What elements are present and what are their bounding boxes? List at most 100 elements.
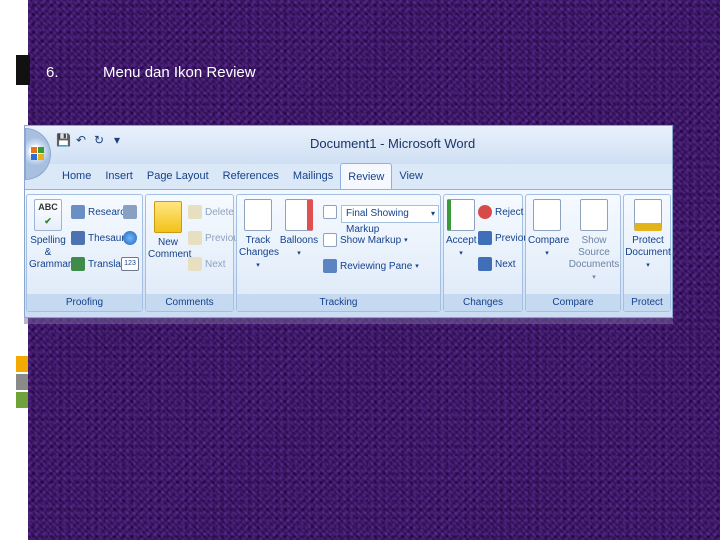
previous-change-icon	[478, 231, 492, 245]
ribbon-tabs: Home Insert Page Layout References Maili…	[55, 163, 430, 189]
next-change-label: Next	[495, 258, 516, 270]
show-source-documents-button[interactable]: Show Source Documents ▾	[568, 199, 620, 284]
show-markup-label: Show Markup	[340, 234, 402, 246]
display-for-review-icon	[323, 205, 337, 219]
word-window-screenshot: 💾 ↶ ↻ ▾ Document1 - Microsoft Word Home …	[24, 125, 673, 318]
show-markup-button[interactable]: Show Markup ▾	[323, 233, 408, 247]
chevron-down-icon: ▾	[592, 274, 596, 281]
reject-label: Reject	[495, 206, 524, 218]
group-label-protect: Protect	[624, 294, 670, 311]
next-change-button[interactable]: Next	[478, 257, 516, 271]
group-protect: Protect Document ▾ Protect	[623, 194, 671, 312]
chevron-down-icon: ▾	[297, 250, 301, 257]
chevron-down-icon: ▾	[430, 209, 435, 218]
next-comment-button[interactable]: Next	[188, 257, 226, 271]
comment-label: Comment	[148, 249, 192, 260]
accent-block-orange	[16, 356, 28, 372]
delete-comment-button[interactable]: Delete ▾	[188, 205, 240, 219]
spelling-label: Spelling &	[30, 235, 66, 258]
undo-icon[interactable]: ↶	[74, 133, 88, 147]
language-icon	[123, 205, 137, 219]
accept-icon	[447, 199, 475, 231]
track-changes-button[interactable]: Track Changes ▾	[239, 199, 280, 272]
group-comments: New Comment Delete ▾ Previous Next Comme…	[145, 194, 244, 312]
compare-label: Compare	[528, 235, 570, 246]
office-logo-icon	[31, 147, 45, 161]
document-area-edge	[24, 318, 673, 324]
compare-button[interactable]: Compare ▾	[528, 199, 570, 260]
office-button[interactable]	[25, 128, 51, 180]
tab-review[interactable]: Review	[340, 163, 393, 189]
translation-tooltip-button[interactable]	[123, 231, 137, 245]
tab-references[interactable]: References	[216, 163, 286, 189]
tab-view[interactable]: View	[392, 163, 430, 189]
tab-insert[interactable]: Insert	[98, 163, 140, 189]
delete-label: Delete	[205, 206, 234, 218]
track-changes-icon	[244, 199, 272, 231]
spelling-icon: ABC ✔	[34, 199, 62, 231]
abc-label: ABC	[38, 202, 58, 212]
new-comment-icon	[154, 201, 182, 233]
protect-document-button[interactable]: Protect Document ▾	[625, 199, 671, 272]
quick-access-toolbar: 💾 ↶ ↻ ▾	[56, 133, 124, 147]
slide-number: 6.	[46, 64, 59, 81]
next-comment-icon	[188, 257, 202, 271]
show-markup-icon	[323, 233, 337, 247]
show-source-documents-icon	[580, 199, 608, 231]
set-language-button[interactable]	[123, 205, 137, 219]
new-label: New	[157, 237, 178, 248]
group-label-tracking: Tracking	[237, 294, 440, 311]
previous-comment-icon	[188, 231, 202, 245]
spelling-grammar-button[interactable]: ABC ✔ Spelling & Grammar	[29, 199, 71, 271]
review-ribbon: ABC ✔ Spelling & Grammar Research Thesaur…	[25, 189, 672, 317]
word-count-button[interactable]: 123	[121, 257, 139, 271]
group-tracking: Track Changes ▾ Balloons ▾ Final Showing…	[236, 194, 441, 312]
reviewing-pane-label: Reviewing Pane	[340, 260, 413, 272]
show-source-label: Show Source	[578, 235, 610, 258]
group-label-comments: Comments	[146, 294, 233, 311]
redo-icon[interactable]: ↻	[92, 133, 106, 147]
reviewing-pane-icon	[323, 259, 337, 273]
accent-bar-black	[16, 55, 30, 85]
lock-icon	[634, 199, 662, 231]
display-for-review-icon-wrap	[323, 205, 337, 219]
chevron-down-icon: ▾	[459, 250, 463, 257]
translate-icon	[71, 257, 85, 271]
delete-comment-icon	[188, 205, 202, 219]
reviewing-pane-button[interactable]: Reviewing Pane ▾	[323, 259, 419, 273]
group-proofing: ABC ✔ Spelling & Grammar Research Thesaur…	[26, 194, 143, 312]
compare-icon	[533, 199, 561, 231]
chevron-down-icon: ▾	[646, 262, 650, 269]
chevron-down-icon: ▾	[256, 262, 260, 269]
tab-page-layout[interactable]: Page Layout	[140, 163, 216, 189]
changes-label: Changes	[239, 247, 280, 258]
slide-title: Menu dan Ikon Review	[103, 64, 256, 81]
accept-label: Accept	[446, 235, 477, 246]
save-icon[interactable]: 💾	[56, 133, 71, 147]
group-label-compare: Compare	[526, 294, 620, 311]
group-compare: Compare ▾ Show Source Documents ▾ Compar…	[525, 194, 621, 312]
title-bar: 💾 ↶ ↻ ▾ Document1 - Microsoft Word	[25, 126, 672, 180]
thesaurus-icon	[71, 231, 85, 245]
group-label-proofing: Proofing	[27, 294, 142, 311]
reject-icon	[478, 205, 492, 219]
research-icon	[71, 205, 85, 219]
new-comment-button[interactable]: New Comment	[148, 201, 192, 261]
protect-label: Protect	[632, 235, 664, 246]
tab-home[interactable]: Home	[55, 163, 98, 189]
next-label: Next	[205, 258, 226, 270]
tab-mailings[interactable]: Mailings	[286, 163, 340, 189]
accept-button[interactable]: Accept ▾	[446, 199, 477, 260]
window-title: Document1 - Microsoft Word	[310, 136, 476, 151]
reject-button[interactable]: Reject ▾	[478, 205, 530, 219]
accent-stack	[16, 356, 28, 410]
accent-block-green	[16, 392, 28, 408]
balloons-button[interactable]: Balloons ▾	[279, 199, 319, 260]
customize-qat-icon[interactable]: ▾	[110, 133, 124, 147]
research-button[interactable]: Research	[71, 205, 131, 219]
group-changes: Accept ▾ Reject ▾ Previous Next Changes	[443, 194, 534, 312]
globe-icon	[123, 231, 137, 245]
display-for-review-select[interactable]: Final Showing Markup ▾	[341, 205, 439, 235]
next-change-icon	[478, 257, 492, 271]
markup-select-value: Final Showing Markup	[346, 208, 409, 235]
